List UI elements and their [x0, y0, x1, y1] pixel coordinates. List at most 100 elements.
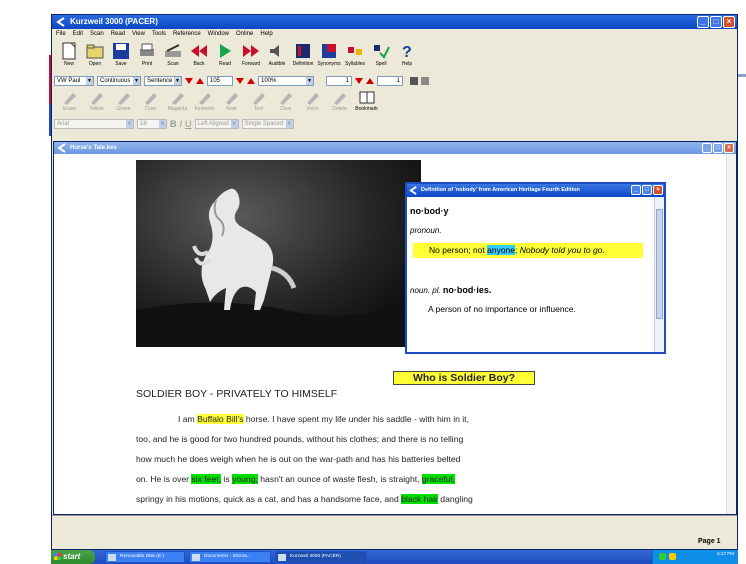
document-scrollbar[interactable]	[726, 154, 736, 514]
page-total-field[interactable]: 1	[377, 75, 403, 86]
text-tool-button[interactable]: Text	[245, 88, 272, 116]
svg-text:?: ?	[402, 44, 412, 61]
spacing-select[interactable]: Single Spaced ▼	[241, 119, 294, 129]
italic-button[interactable]: I	[180, 119, 183, 129]
note-icon	[225, 93, 238, 105]
font-select[interactable]: Arial ▼	[54, 119, 134, 129]
scan-button[interactable]: Scan	[160, 39, 186, 73]
zoom-select[interactable]: 100% ▼	[258, 75, 314, 86]
new-button[interactable]: New	[56, 39, 82, 73]
menu-file[interactable]: File	[56, 29, 66, 39]
task-kurzweil[interactable]: Kurzweil 3000 (PACER)	[275, 551, 367, 563]
start-button[interactable]: start	[51, 550, 95, 564]
text-line[interactable]: I am Buffalo Bill's horse. I have spent …	[136, 409, 596, 429]
spell-label: Spell	[375, 61, 387, 67]
horse-photo	[136, 160, 421, 347]
tray-network-icon[interactable]	[659, 553, 666, 560]
text-run: is	[221, 474, 233, 484]
menu-view[interactable]: View	[132, 29, 145, 39]
voice-tool-button[interactable]: Voice	[299, 88, 326, 116]
menu-help[interactable]: Help	[260, 29, 272, 39]
tray-volume-icon[interactable]	[669, 553, 676, 560]
cyan-tool-label: Cyan	[144, 106, 157, 112]
definition-scrollbar[interactable]	[654, 197, 664, 352]
synonyms-button[interactable]: Synonyms	[316, 39, 342, 73]
menu-window[interactable]: Window	[208, 29, 229, 39]
layout-icon[interactable]	[421, 76, 429, 85]
horizontal-scrollbar[interactable]	[52, 531, 737, 537]
bookmark-tool-button[interactable]: Bookmark	[353, 88, 380, 116]
grid-icon[interactable]	[410, 76, 418, 85]
footnote-tool-label: Footnote	[194, 106, 215, 112]
menu-tools[interactable]: Tools	[152, 29, 166, 39]
read-button[interactable]: Read	[212, 39, 238, 73]
yellow-tool-label: Yellow	[89, 106, 104, 112]
bold-button[interactable]: B	[170, 119, 177, 129]
speed-field[interactable]: 105	[207, 75, 233, 86]
clear-tool-button[interactable]: Clear	[272, 88, 299, 116]
speed-up-icon[interactable]	[196, 77, 204, 84]
text-line[interactable]: how much he does weigh when he is out on…	[136, 449, 596, 469]
def-minimize-button[interactable]: _	[631, 185, 641, 195]
task-removable-disk[interactable]: Removable Disk (E:)	[105, 551, 185, 563]
study-question-note[interactable]: Who is Soldier Boy?	[393, 371, 535, 385]
menu-read[interactable]: Read	[111, 29, 125, 39]
menu-online[interactable]: Online	[236, 29, 253, 39]
definition-titlebar[interactable]: Definition of 'nobody' from American Her…	[407, 184, 664, 197]
windows-flag-icon	[54, 553, 61, 560]
close-button[interactable]: ×	[723, 16, 735, 28]
spell-button[interactable]: Spell	[368, 39, 394, 73]
audible-button[interactable]: Audible	[264, 39, 290, 73]
magenta-tool-button[interactable]: Magenta	[164, 88, 191, 116]
highlighted-phrase: six feet,	[191, 474, 222, 484]
spell-icon	[374, 45, 390, 59]
definition-button[interactable]: Definition	[290, 39, 316, 73]
text-line[interactable]: springy in his motions, quick as a cat, …	[136, 489, 596, 509]
forward-button[interactable]: Forward	[238, 39, 264, 73]
maximize-button[interactable]: □	[710, 16, 722, 28]
underline-button[interactable]: U	[185, 119, 192, 129]
speed-down-icon[interactable]	[185, 77, 193, 84]
print-button[interactable]: Print	[134, 39, 160, 73]
system-tray: 5:17 PM	[652, 550, 738, 564]
cyan-tool-button[interactable]: Cyan	[137, 88, 164, 116]
delete-tool-button[interactable]: Delete	[326, 88, 353, 116]
syllables-button[interactable]: Syllables	[342, 39, 368, 73]
yellow-tool-button[interactable]: Yellow	[83, 88, 110, 116]
back-button[interactable]: Back	[186, 39, 212, 73]
note-tool-button[interactable]: Note	[218, 88, 245, 116]
text-line[interactable]: on. He is over six feet, is young, hasn'…	[136, 469, 596, 489]
tray-clock[interactable]: 5:17 PM	[717, 551, 734, 557]
definition-scroll-thumb[interactable]	[656, 209, 663, 319]
yellow-icon	[90, 93, 103, 105]
window-titlebar[interactable]: Kurzweil 3000 (PACER) _ □ ×	[52, 15, 737, 29]
menu-reference[interactable]: Reference	[173, 29, 201, 39]
reading-unit-select[interactable]: Sentence ▼	[144, 75, 182, 86]
footnote-tool-button[interactable]: Footnote	[191, 88, 218, 116]
definition-logo-icon	[409, 186, 417, 195]
voice-select[interactable]: VW Paul ▼	[54, 75, 94, 86]
green-tool-button[interactable]: Green	[110, 88, 137, 116]
help-button[interactable]: ? Help	[394, 39, 420, 73]
open-button[interactable]: Open	[82, 39, 108, 73]
forward-arrow-icon	[243, 45, 259, 57]
format-toolbar: Arial ▼ 18 ▼ B I U Left Aligned ▼ Single Sp…	[52, 118, 737, 130]
alignment-select[interactable]: Left Aligned ▼	[194, 119, 239, 129]
font-size-select[interactable]: 18 ▼	[137, 119, 167, 129]
save-button[interactable]: Save	[108, 39, 134, 73]
page-field[interactable]: 1	[326, 75, 352, 86]
page-up-icon[interactable]	[366, 77, 374, 84]
menu-scan[interactable]: Scan	[90, 29, 104, 39]
def-maximize-button[interactable]: □	[642, 185, 652, 195]
menu-edit[interactable]: Edit	[73, 29, 83, 39]
zoom-up-icon[interactable]	[247, 77, 255, 84]
def-close-button[interactable]: ×	[653, 185, 663, 195]
story-heading: SOLDIER BOY - PRIVATELY TO HIMSELF	[136, 388, 338, 400]
task-document1[interactable]: Document1 - Micros...	[189, 551, 271, 563]
page-down-icon[interactable]	[355, 77, 363, 84]
text-line[interactable]: too, and he is good for two hundred poun…	[136, 429, 596, 449]
minimize-button[interactable]: _	[697, 16, 709, 28]
reading-mode-select[interactable]: Continuous ▼	[97, 75, 141, 86]
erase-tool-button[interactable]: Erase	[56, 88, 83, 116]
zoom-down-icon[interactable]	[236, 77, 244, 84]
